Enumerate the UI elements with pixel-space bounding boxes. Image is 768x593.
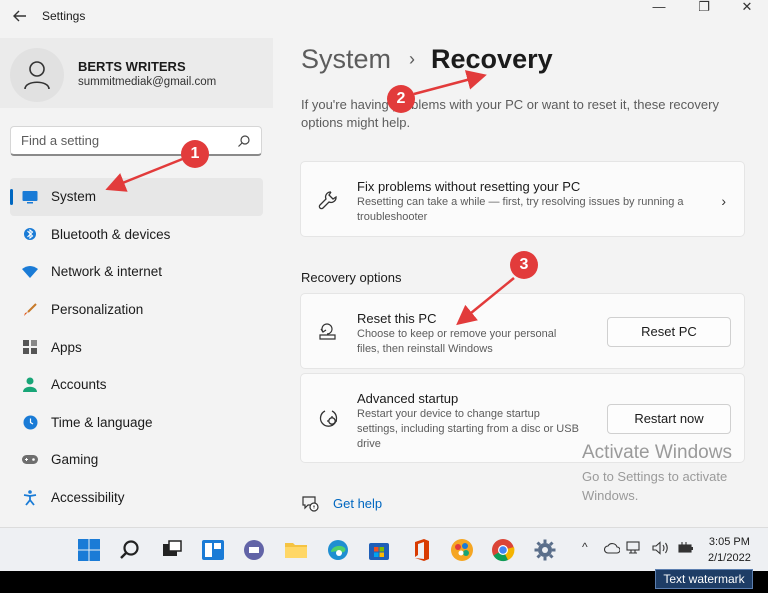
annotation-badge-3: 3 (510, 251, 538, 279)
breadcrumb-parent[interactable]: System (301, 44, 391, 75)
edge-browser-icon[interactable] (326, 538, 350, 562)
bottom-strip (0, 571, 768, 593)
clock-date: 2/1/2022 (708, 552, 751, 564)
start-windows-icon[interactable] (77, 538, 101, 562)
paint-app-icon[interactable] (450, 538, 474, 562)
brush-icon (22, 302, 38, 318)
onedrive-cloud-icon[interactable] (604, 542, 620, 554)
close-button[interactable]: ✕ (724, 0, 768, 16)
sidebar-item-accounts[interactable]: Accounts (10, 366, 263, 404)
sidebar-item-label: Gaming (51, 452, 99, 468)
taskbar: ^ 3:05 PM 2/1/2022 (0, 527, 768, 571)
sidebar-item-time-language[interactable]: Time & language (10, 404, 263, 442)
annotation-badge-2: 2 (387, 85, 415, 113)
globe-clock-icon (22, 414, 38, 430)
fix-problems-description: Resetting can take a while — first, try … (357, 196, 684, 223)
sidebar-item-accessibility[interactable]: Accessibility (10, 479, 263, 517)
page-description: If you're having problems with your PC o… (301, 97, 719, 130)
breadcrumb-separator: › (409, 49, 416, 69)
sidebar-item-gaming[interactable]: Gaming (10, 441, 263, 479)
bluetooth-icon (22, 226, 38, 242)
clock-time: 3:05 PM (708, 536, 750, 548)
account-name: BERTS WRITERS (78, 59, 186, 74)
get-help-link[interactable]: Get help (301, 494, 382, 512)
fix-problems-card[interactable]: Fix problems without resetting your PC R… (300, 161, 745, 237)
widgets-icon[interactable] (201, 538, 225, 562)
maximize-button[interactable]: ❐ (681, 0, 727, 16)
chevron-right-icon: › (721, 193, 726, 209)
wrench-icon (318, 191, 337, 210)
battery-plug-icon[interactable] (677, 541, 695, 555)
office-icon[interactable] (409, 538, 433, 562)
reset-pc-description: Choose to keep or remove your personal f… (357, 328, 557, 355)
page-title: Recovery (431, 44, 553, 74)
sidebar-item-label: Accounts (51, 377, 107, 393)
account-card[interactable]: BERTS WRITERS summitmediak@gmail.com (0, 38, 273, 108)
sidebar-item-label: Bluetooth & devices (51, 226, 171, 242)
help-chat-icon (302, 496, 319, 512)
wifi-icon (22, 264, 38, 280)
person-avatar-icon (24, 61, 50, 90)
annotation-badge-1: 1 (181, 140, 209, 168)
advanced-startup-description: Restart your device to change startup se… (357, 408, 579, 450)
person-icon (22, 377, 38, 393)
fix-problems-title: Fix problems without resetting your PC (357, 179, 581, 194)
sidebar-item-label: Time & language (51, 414, 153, 430)
search-taskbar-icon[interactable] (118, 538, 142, 562)
accessibility-icon (22, 489, 38, 506)
chrome-browser-icon[interactable] (491, 538, 515, 562)
gamepad-icon (22, 452, 38, 468)
sidebar-item-label: Personalization (51, 302, 144, 318)
sidebar-item-label: Accessibility (51, 490, 125, 506)
activate-windows-title: Activate Windows (582, 442, 732, 463)
back-arrow-icon[interactable] (10, 6, 32, 26)
text-watermark-button[interactable]: Text watermark (655, 569, 753, 589)
clock[interactable]: 3:05 PM 2/1/2022 (708, 534, 751, 566)
title-bar: Settings — ❐ ✕ (0, 0, 768, 32)
microsoft-store-icon[interactable] (367, 538, 391, 562)
restart-now-button[interactable]: Restart now (607, 404, 731, 434)
sidebar-item-label: Network & internet (51, 264, 163, 280)
sidebar-nav: System Bluetooth & devices Network & int… (10, 178, 263, 516)
reset-pc-icon (319, 323, 336, 340)
sidebar-item-apps[interactable]: Apps (10, 328, 263, 366)
search-box[interactable] (10, 126, 262, 156)
volume-icon[interactable] (652, 541, 670, 555)
sidebar-item-label: System (51, 189, 97, 205)
advanced-startup-title: Advanced startup (357, 391, 459, 406)
sidebar-item-label: Apps (51, 339, 82, 355)
app-title: Settings (42, 9, 86, 23)
section-title-recovery-options: Recovery options (301, 270, 402, 285)
sidebar-item-system[interactable]: System (10, 178, 263, 216)
sidebar-item-network[interactable]: Network & internet (10, 253, 263, 291)
teams-chat-icon[interactable] (242, 538, 266, 562)
apps-icon (22, 339, 38, 355)
settings-gear-icon[interactable] (533, 538, 557, 562)
reset-pc-title: Reset this PC (357, 311, 437, 326)
sidebar-item-personalization[interactable]: Personalization (10, 291, 263, 329)
reset-pc-button[interactable]: Reset PC (607, 317, 731, 347)
avatar (10, 48, 64, 102)
annotation-arrow-2 (413, 70, 487, 96)
advanced-startup-icon (319, 410, 338, 427)
file-explorer-icon[interactable] (284, 538, 308, 562)
activate-windows-body: Go to Settings to activate Windows. (582, 469, 728, 503)
account-email: summitmediak@gmail.com (78, 76, 217, 88)
sidebar-item-bluetooth[interactable]: Bluetooth & devices (10, 216, 263, 254)
reset-pc-card: Reset this PC Choose to keep or remove y… (300, 293, 745, 369)
minimize-button[interactable]: — (636, 0, 682, 16)
search-icon[interactable] (237, 134, 251, 148)
get-help-label[interactable]: Get help (333, 496, 382, 511)
network-ethernet-icon[interactable] (626, 541, 640, 555)
breadcrumb: System › Recovery (301, 44, 553, 75)
task-view-icon[interactable] (160, 538, 184, 562)
monitor-icon (22, 189, 38, 205)
show-hidden-icons-chevron-up[interactable]: ^ (582, 540, 588, 554)
